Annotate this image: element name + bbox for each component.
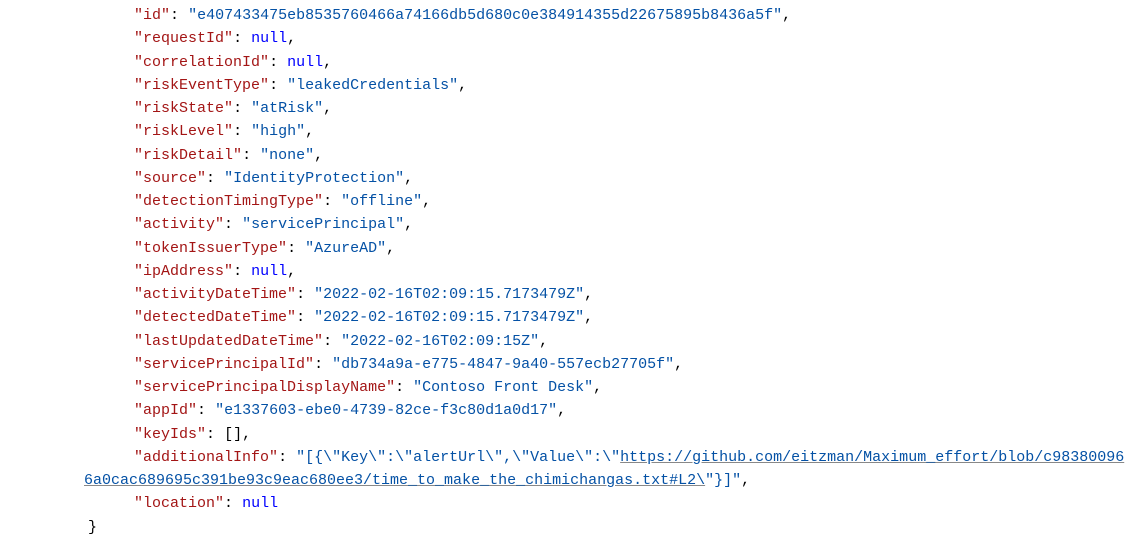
- json-line-activity: "activity": "servicePrincipal",: [8, 213, 1131, 236]
- json-line-riskDetail: "riskDetail": "none",: [8, 144, 1131, 167]
- json-line-riskLevel: "riskLevel": "high",: [8, 120, 1131, 143]
- json-key: "servicePrincipalDisplayName": [134, 379, 395, 396]
- json-line-location: "location": null: [8, 492, 1131, 515]
- json-null-value: null: [251, 30, 287, 47]
- json-string-value: "leakedCredentials": [287, 77, 458, 94]
- json-line-servicePrincipalDisplayName: "servicePrincipalDisplayName": "Contoso …: [8, 376, 1131, 399]
- json-string-value: "atRisk": [251, 100, 323, 117]
- json-key: "activityDateTime": [134, 286, 296, 303]
- json-key: "requestId": [134, 30, 233, 47]
- json-null-value: null: [242, 495, 278, 512]
- json-key: "detectedDateTime": [134, 309, 296, 326]
- json-key: "servicePrincipalId": [134, 356, 314, 373]
- json-content: "id": "e407433475eb8535760466a74166db5d6…: [8, 4, 1131, 539]
- json-key: "activity": [134, 216, 224, 233]
- json-string-value: "[{\"Key\":\"alertUrl\",\"Value\":\": [296, 449, 620, 466]
- json-line-additionalInfo: "additionalInfo": "[{\"Key\":\"alertUrl\…: [8, 446, 1131, 493]
- json-string-value: "e407433475eb8535760466a74166db5d680c0e3…: [188, 7, 782, 24]
- json-line-appId: "appId": "e1337603-ebe0-4739-82ce-f3c80d…: [8, 399, 1131, 422]
- json-key: "source": [134, 170, 206, 187]
- json-key: "riskEventType": [134, 77, 269, 94]
- json-line-riskState: "riskState": "atRisk",: [8, 97, 1131, 120]
- json-close-brace: }: [8, 516, 1131, 539]
- json-line-keyIds: "keyIds": [],: [8, 423, 1131, 446]
- json-line-source: "source": "IdentityProtection",: [8, 167, 1131, 190]
- json-line-activityDateTime: "activityDateTime": "2022-02-16T02:09:15…: [8, 283, 1131, 306]
- json-string-value: "db734a9a-e775-4847-9a40-557ecb27705f": [332, 356, 674, 373]
- json-line-correlationId: "correlationId": null,: [8, 51, 1131, 74]
- json-line-riskEventType: "riskEventType": "leakedCredentials",: [8, 74, 1131, 97]
- json-string-value: "AzureAD": [305, 240, 386, 257]
- code-block: "id": "e407433475eb8535760466a74166db5d6…: [0, 0, 1139, 543]
- json-string-value: "}]": [705, 472, 741, 489]
- json-key: "riskLevel": [134, 123, 233, 140]
- json-line-detectedDateTime: "detectedDateTime": "2022-02-16T02:09:15…: [8, 306, 1131, 329]
- json-string-value: "none": [260, 147, 314, 164]
- json-string-value: "e1337603-ebe0-4739-82ce-f3c80d1a0d17": [215, 402, 557, 419]
- json-key: "riskState": [134, 100, 233, 117]
- json-string-value: "Contoso Front Desk": [413, 379, 593, 396]
- json-key: "tokenIssuerType": [134, 240, 287, 257]
- json-line-lastUpdatedDateTime: "lastUpdatedDateTime": "2022-02-16T02:09…: [8, 330, 1131, 353]
- json-null-value: null: [251, 263, 287, 280]
- json-string-value: "2022-02-16T02:09:15.7173479Z": [314, 309, 584, 326]
- json-key: "lastUpdatedDateTime": [134, 333, 323, 350]
- json-key: "id": [134, 7, 170, 24]
- json-string-value: "offline": [341, 193, 422, 210]
- json-key: "keyIds": [134, 426, 206, 443]
- json-null-value: null: [287, 54, 323, 71]
- json-key: "detectionTimingType": [134, 193, 323, 210]
- json-key: "ipAddress": [134, 263, 233, 280]
- json-string-value: "2022-02-16T02:09:15Z": [341, 333, 539, 350]
- json-line-tokenIssuerType: "tokenIssuerType": "AzureAD",: [8, 237, 1131, 260]
- json-key: "additionalInfo": [134, 449, 278, 466]
- json-line-detectionTimingType: "detectionTimingType": "offline",: [8, 190, 1131, 213]
- json-line-servicePrincipalId: "servicePrincipalId": "db734a9a-e775-484…: [8, 353, 1131, 376]
- json-line-id: "id": "e407433475eb8535760466a74166db5d6…: [8, 4, 1131, 27]
- json-string-value: "high": [251, 123, 305, 140]
- json-array-value: []: [224, 426, 242, 443]
- json-line-ipAddress: "ipAddress": null,: [8, 260, 1131, 283]
- json-string-value: "servicePrincipal": [242, 216, 404, 233]
- json-key: "appId": [134, 402, 197, 419]
- json-key: "riskDetail": [134, 147, 242, 164]
- json-key: "correlationId": [134, 54, 269, 71]
- json-key: "location": [134, 495, 224, 512]
- json-string-value: "2022-02-16T02:09:15.7173479Z": [314, 286, 584, 303]
- json-line-requestId: "requestId": null,: [8, 27, 1131, 50]
- json-string-value: "IdentityProtection": [224, 170, 404, 187]
